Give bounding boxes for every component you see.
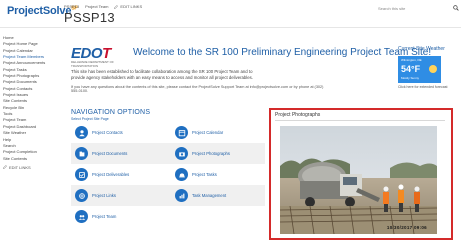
breadcrumb-item-team[interactable]: Project Team bbox=[85, 4, 108, 9]
nav-row: Project Team bbox=[71, 206, 265, 227]
nav-row: Project Documents Project Photographs bbox=[71, 143, 265, 164]
pencil-icon bbox=[114, 4, 119, 9]
nav-row: Project Deliverables Project Tasks bbox=[71, 164, 265, 185]
photo-timestamp: 10/30/2017 09:06 bbox=[386, 225, 427, 230]
link-icon bbox=[75, 189, 88, 202]
nav-row: Project Contacts Project Calendar bbox=[71, 122, 265, 143]
nav-option-label: Project Photographs bbox=[192, 151, 230, 156]
nav-option-task-management[interactable]: Task Management bbox=[175, 187, 226, 204]
support-text: If you have any questions about the cont… bbox=[71, 85, 324, 93]
nav-option-contacts[interactable]: Project Contacts bbox=[75, 124, 123, 141]
management-icon bbox=[175, 189, 188, 202]
search-icon[interactable] bbox=[453, 5, 459, 11]
nav-option-calendar[interactable]: Project Calendar bbox=[175, 124, 223, 141]
intro-text: This site has been established to facili… bbox=[71, 69, 253, 80]
search-input[interactable]: Search this site bbox=[378, 6, 405, 11]
navigation-grid: Project Contacts Project Calendar Projec… bbox=[71, 122, 265, 230]
nav-option-label: Task Management bbox=[192, 193, 227, 198]
documents-icon bbox=[75, 147, 88, 160]
contacts-icon bbox=[75, 126, 88, 139]
sidebar-edit-links-button[interactable]: EDIT LINKS bbox=[3, 165, 58, 170]
nav-option-label: Project Documents bbox=[92, 151, 128, 156]
navigation-options-subtitle: Select Project Site Page bbox=[71, 117, 109, 121]
deldot-tagline: DELAWARE DEPARTMENT OF TRANSPORTATION bbox=[71, 60, 114, 68]
weather-forecast-link[interactable]: Click here for extended forecast bbox=[398, 85, 447, 89]
nav-option-label: Project Team bbox=[92, 214, 117, 219]
breadcrumb-item-site[interactable]: PSSP13 bbox=[64, 4, 79, 9]
camera-icon bbox=[175, 147, 188, 160]
nav-row: Project Links Task Management bbox=[71, 185, 265, 206]
header-divider bbox=[0, 27, 461, 28]
nav-option-links[interactable]: Project Links bbox=[75, 187, 116, 204]
nav-option-team[interactable]: Project Team bbox=[75, 208, 116, 225]
deldot-logo: EDOT DELAWARE DEPARTMENT OF TRANSPORTATI… bbox=[71, 45, 123, 68]
project-photographs-panel: Project Photographs 10/30/2017 09:06 bbox=[269, 108, 453, 240]
calendar-icon bbox=[175, 126, 188, 139]
weather-location: Wilmington, DE bbox=[401, 58, 422, 62]
project-photographs-title: Project Photographs bbox=[275, 112, 321, 118]
pencil-icon bbox=[3, 165, 7, 170]
left-navigation: Home Project Home Page Project Calendar … bbox=[3, 35, 58, 170]
weather-widget[interactable]: Wilmington, DE 54°F Mostly Sunny bbox=[398, 56, 441, 83]
team-icon bbox=[75, 210, 88, 223]
weather-temperature: 54°F bbox=[401, 64, 421, 74]
breadcrumb: PSSP13 Project Team EDIT LINKS bbox=[64, 4, 142, 9]
nav-option-label: Project Contacts bbox=[92, 130, 123, 135]
nav-option-photographs[interactable]: Project Photographs bbox=[175, 145, 230, 162]
nav-option-label: Project Deliverables bbox=[92, 172, 130, 177]
nav-option-documents[interactable]: Project Documents bbox=[75, 145, 127, 162]
nav-option-deliverables[interactable]: Project Deliverables bbox=[75, 166, 129, 183]
welcome-heading: Welcome to the SR 100 Preliminary Engine… bbox=[133, 47, 432, 58]
weather-condition: Mostly Sunny bbox=[401, 76, 420, 80]
project-photo[interactable]: 10/30/2017 09:06 bbox=[280, 126, 437, 234]
app-logo-text: ProjectSolve bbox=[7, 5, 72, 17]
sun-icon bbox=[429, 65, 437, 73]
deliverables-icon bbox=[75, 168, 88, 181]
panel-divider bbox=[275, 120, 445, 121]
nav-option-label: Project Tasks bbox=[192, 172, 217, 177]
nav-option-label: Project Links bbox=[92, 193, 116, 198]
nav-option-label: Project Calendar bbox=[192, 130, 224, 135]
sidebar-item[interactable]: Site Contents bbox=[3, 156, 58, 162]
nav-option-tasks[interactable]: Project Tasks bbox=[175, 166, 217, 183]
sidebar-edit-links-label: EDIT LINKS bbox=[9, 164, 31, 170]
edit-links-button[interactable]: EDIT LINKS bbox=[114, 4, 142, 9]
top-bar: ProjectSolveSP PSSP13 Project Team EDIT … bbox=[0, 0, 461, 26]
tasks-icon bbox=[175, 168, 188, 181]
navigation-options-title: NAVIGATION OPTIONS bbox=[71, 109, 151, 116]
edit-links-label: EDIT LINKS bbox=[120, 4, 143, 9]
weather-title: Current Site Weather bbox=[398, 46, 445, 52]
construction-site-photo bbox=[280, 126, 437, 234]
page-title: PSSP13 bbox=[64, 10, 115, 25]
